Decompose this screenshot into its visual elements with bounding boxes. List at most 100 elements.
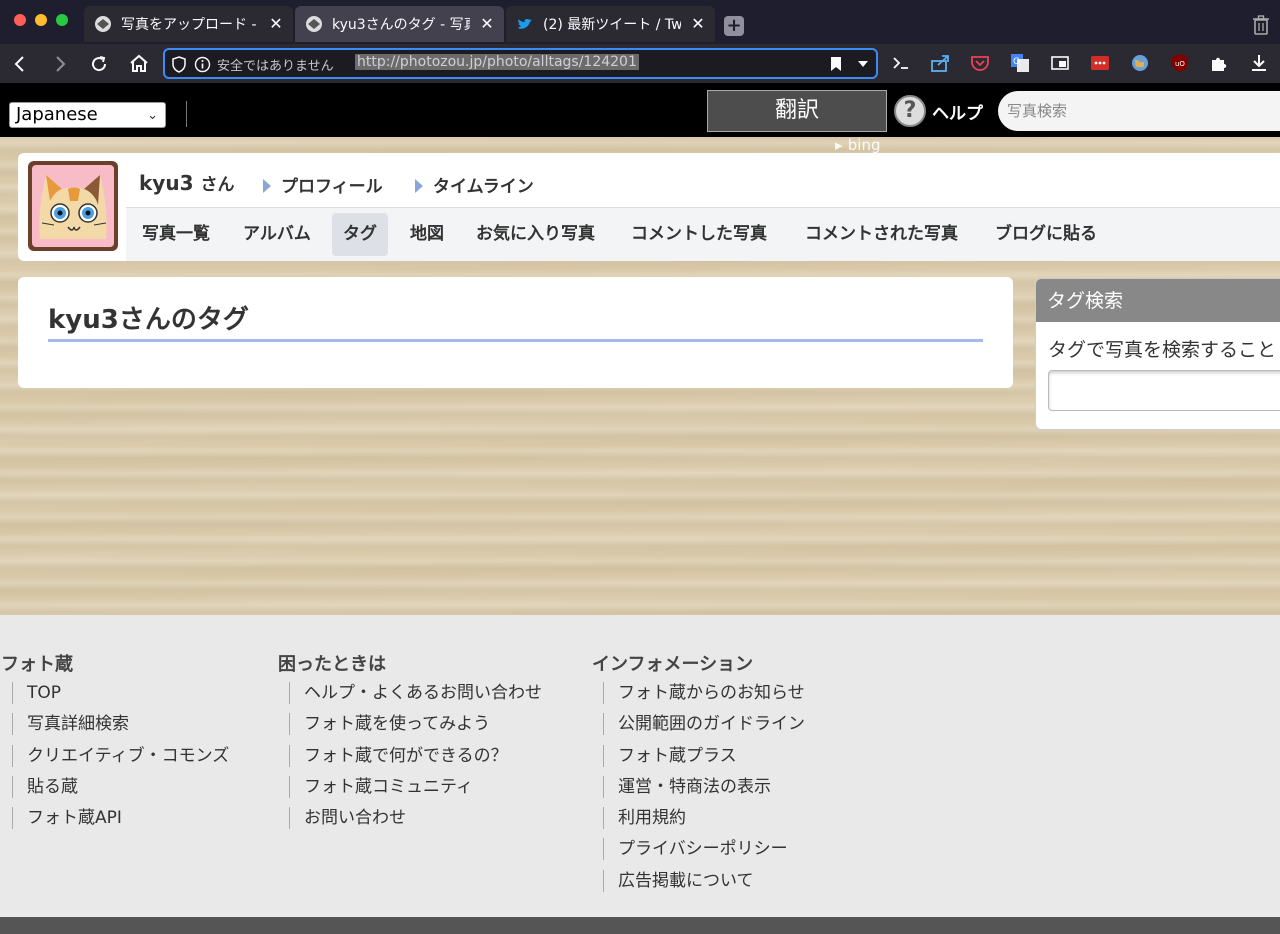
tab-close-icon[interactable]: ✕	[689, 15, 707, 33]
tab-blog[interactable]: ブログに貼る	[984, 213, 1108, 256]
profile-link[interactable]: プロフィール	[263, 172, 383, 197]
profile-username[interactable]: kyu3 さん	[139, 170, 234, 195]
reload-icon[interactable]	[87, 52, 111, 76]
tab-close-icon[interactable]: ✕	[267, 15, 285, 33]
footer-bottom-bar	[0, 917, 1280, 934]
google-translate-icon[interactable]: G	[1010, 53, 1030, 73]
globe-icon[interactable]	[1130, 53, 1150, 73]
bookmark-icon[interactable]	[829, 56, 843, 72]
language-select[interactable]: Japanese ⌄	[9, 102, 166, 128]
svg-text:uO: uO	[1175, 60, 1185, 68]
tab-map[interactable]: 地図	[399, 213, 455, 256]
browser-titlebar: 写真をアップロード - 写 ✕ kyu3さんのタグ - 写真共 ✕ (2) 最新…	[0, 0, 1280, 44]
footer: フォト蔵 TOP 写真詳細検索 クリエイティブ・コモンズ 貼る蔵 フォト蔵API…	[0, 615, 1280, 917]
footer-link[interactable]: クリエイティブ・コモンズ	[12, 744, 229, 767]
tab-commented[interactable]: コメントした写真	[620, 213, 778, 256]
minimize-window-button[interactable]	[35, 14, 47, 26]
footer-link[interactable]: 運営・特商法の表示	[603, 775, 805, 798]
help-link[interactable]: ヘルプ	[932, 99, 983, 124]
arrow-right-icon	[263, 179, 271, 193]
translator-bar: Japanese ⌄ 翻訳 ? ヘルプ 写真検索	[0, 83, 1280, 137]
share-icon[interactable]	[930, 53, 950, 73]
svg-text:G: G	[1013, 57, 1020, 67]
footer-link[interactable]: フォト蔵で何ができるの？	[289, 744, 542, 767]
translate-button[interactable]: 翻訳	[707, 90, 887, 132]
chevron-down-icon[interactable]	[857, 59, 869, 69]
footer-column-photozou: フォト蔵 TOP 写真詳細検索 クリエイティブ・コモンズ 貼る蔵 フォト蔵API	[1, 650, 229, 838]
pocket-icon[interactable]	[970, 53, 990, 73]
download-icon[interactable]	[1249, 53, 1269, 73]
trash-icon[interactable]	[1251, 14, 1271, 36]
tab-albums[interactable]: アルバム	[232, 213, 322, 256]
info-icon[interactable]	[194, 56, 211, 73]
url-bar[interactable]: 安全ではありません http://photozou.jp/photo/allta…	[163, 48, 878, 79]
footer-column-information: インフォメーション フォト蔵からのお知らせ 公開範囲のガイドライン フォト蔵プラ…	[592, 650, 805, 901]
arrow-right-icon	[415, 179, 423, 193]
zoom-window-button[interactable]	[56, 14, 68, 26]
home-icon[interactable]	[127, 52, 151, 76]
chevron-down-icon: ⌄	[147, 108, 158, 123]
back-icon[interactable]	[8, 52, 32, 76]
profile-header: kyu3 さん プロフィール タイムライン 写真一覧 アルバム タグ 地図 お気…	[18, 153, 1280, 261]
tab-tags[interactable]: タグ	[332, 213, 388, 256]
footer-link[interactable]: 写真詳細検索	[12, 713, 229, 736]
tab-title: kyu3さんのタグ - 写真共	[332, 17, 470, 33]
lastpass-icon[interactable]	[1090, 53, 1110, 73]
tag-search-header: タグ検索	[1036, 279, 1280, 322]
puzzle-icon[interactable]	[1209, 53, 1229, 73]
page-title: kyu3さんのタグ	[48, 305, 249, 335]
twitter-icon	[518, 18, 532, 29]
help-icon[interactable]: ?	[894, 95, 926, 127]
new-tab-button[interactable]: +	[724, 16, 744, 36]
footer-heading: インフォメーション	[592, 654, 754, 675]
footer-link[interactable]: ヘルプ・よくあるお問い合わせ	[289, 682, 542, 704]
tag-search-input[interactable]	[1048, 370, 1280, 411]
sidebar-icon[interactable]	[1050, 53, 1070, 73]
tab-close-icon[interactable]: ✕	[478, 15, 496, 33]
footer-heading: フォト蔵	[1, 654, 73, 675]
tags-panel: kyu3さんのタグ	[18, 277, 1013, 388]
footer-link[interactable]: フォト蔵プラス	[603, 744, 805, 767]
footer-link[interactable]: TOP	[12, 682, 229, 704]
footer-link[interactable]: フォト蔵コミュニティ	[289, 775, 542, 798]
browser-tab-tags[interactable]: kyu3さんのタグ - 写真共 ✕	[295, 6, 504, 42]
footer-link[interactable]: お問い合わせ	[289, 807, 542, 830]
bing-logo: ▸ bing	[835, 136, 881, 154]
console-icon[interactable]	[891, 53, 911, 73]
browser-tab-twitter[interactable]: (2) 最新ツイート / Twitter ✕	[506, 6, 715, 42]
tab-title: (2) 最新ツイート / Twitter	[543, 17, 681, 33]
ublock-icon[interactable]: uO	[1170, 53, 1190, 73]
footer-link[interactable]: 公開範囲のガイドライン	[603, 713, 805, 736]
footer-link[interactable]: フォト蔵を使ってみよう	[289, 713, 542, 736]
footer-link[interactable]: 貼る蔵	[12, 775, 229, 798]
avatar[interactable]	[28, 161, 118, 251]
insecure-label: 安全ではありません	[217, 59, 334, 74]
divider	[186, 101, 187, 127]
photozou-icon	[306, 16, 322, 32]
forward-icon[interactable]	[48, 52, 72, 76]
url-text[interactable]: http://photozou.jp/photo/alltags/124201	[355, 54, 639, 70]
footer-heading: 困ったときは	[278, 654, 386, 675]
footer-link[interactable]: プライバシーポリシー	[603, 838, 805, 861]
title-underline	[48, 339, 983, 342]
timeline-link[interactable]: タイムライン	[415, 172, 534, 197]
shield-icon[interactable]	[171, 56, 187, 73]
close-window-button[interactable]	[14, 14, 26, 26]
footer-column-help: 困ったときは ヘルプ・よくあるお問い合わせ フォト蔵を使ってみよう フォト蔵で何…	[278, 650, 542, 838]
footer-link[interactable]: フォト蔵API	[12, 807, 229, 830]
language-select-value: Japanese	[16, 104, 98, 125]
browser-tab-upload[interactable]: 写真をアップロード - 写 ✕	[84, 6, 293, 42]
footer-link[interactable]: フォト蔵からのお知らせ	[603, 682, 805, 704]
tag-search-description: タグで写真を検索すること	[1048, 339, 1277, 361]
cat-avatar-icon	[32, 165, 114, 247]
tab-photos[interactable]: 写真一覧	[131, 213, 221, 256]
tab-comments-received[interactable]: コメントされた写真	[794, 213, 969, 256]
footer-link[interactable]: 広告掲載について	[603, 869, 805, 892]
footer-link[interactable]: 利用規約	[603, 807, 805, 830]
tab-favorites[interactable]: お気に入り写真	[465, 213, 606, 256]
photo-search-input[interactable]: 写真検索	[998, 91, 1280, 131]
tag-search-box: タグ検索 タグで写真を検索すること	[1035, 278, 1280, 430]
photozou-icon	[95, 16, 111, 32]
tab-title: 写真をアップロード - 写	[121, 17, 259, 33]
browser-toolbar: 安全ではありません http://photozou.jp/photo/allta…	[0, 44, 1280, 83]
